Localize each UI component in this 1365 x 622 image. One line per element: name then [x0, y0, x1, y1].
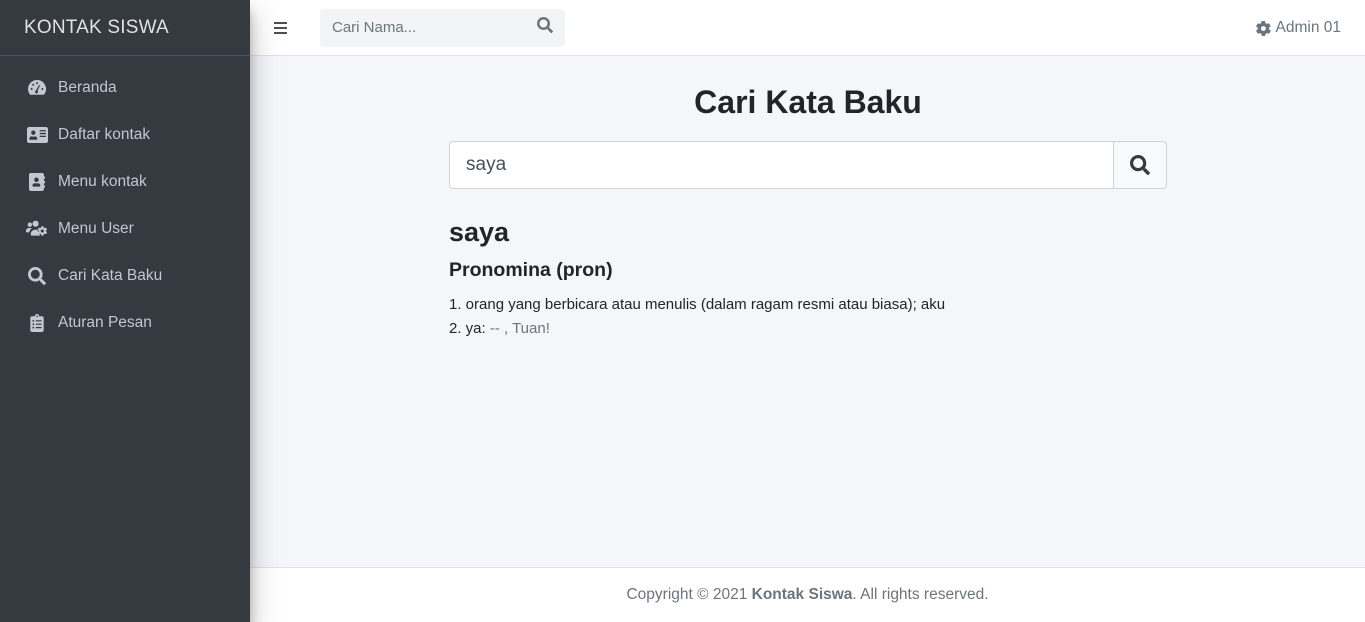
- sidebar-item-label: Menu User: [58, 219, 134, 237]
- definition-text: 2. ya:: [449, 320, 490, 337]
- sidebar-item-aturan-pesan[interactable]: Aturan Pesan: [0, 299, 250, 346]
- user-name: Admin 01: [1275, 19, 1341, 36]
- copyright-text: Copyright © 2021: [626, 586, 752, 603]
- main-content: Cari Kata Baku saya Pronomina (pron) 1. …: [250, 56, 1365, 567]
- sidebar-item-label: Aturan Pesan: [58, 313, 152, 331]
- word-search-form: [449, 141, 1167, 189]
- part-of-speech: Pronomina (pron): [449, 259, 613, 281]
- tachometer-icon: [26, 78, 48, 98]
- sidebar-item-label: Menu kontak: [58, 172, 147, 190]
- sidebar-item-menu-kontak[interactable]: Menu kontak: [0, 158, 250, 205]
- address-book-icon: [26, 172, 48, 192]
- definition-item: 1. orang yang berbicara atau menulis (da…: [449, 296, 946, 313]
- definition-example: -- , Tuan!: [489, 320, 550, 337]
- menu-toggle-icon[interactable]: [274, 21, 296, 34]
- sidebar-item-daftar-kontak[interactable]: Daftar kontak: [0, 111, 250, 158]
- sidebar-item-label: Beranda: [58, 78, 117, 96]
- navbar-search-input[interactable]: [332, 19, 522, 36]
- brand-title[interactable]: KONTAK SISWA: [0, 0, 250, 56]
- top-navbar: Admin 01: [250, 0, 1365, 56]
- word-search-input[interactable]: [449, 141, 1113, 189]
- sidebar-item-label: Daftar kontak: [58, 125, 151, 143]
- definition-list: 1. orang yang berbicara atau menulis (da…: [449, 293, 1167, 341]
- users-cog-icon: [26, 219, 48, 239]
- search-icon: [26, 266, 48, 286]
- page-title: Cari Kata Baku: [694, 84, 922, 120]
- copyright-suffix: . All rights reserved.: [852, 586, 989, 603]
- navbar-search-icon[interactable]: [537, 17, 554, 38]
- search-icon: [1130, 155, 1150, 175]
- footer: Copyright © 2021 Kontak Siswa . All righ…: [250, 567, 1365, 622]
- user-menu[interactable]: Admin 01: [1255, 0, 1341, 56]
- sidebar: KONTAK SISWA Beranda Daftar kontak Menu …: [0, 0, 250, 622]
- result-word: saya: [449, 217, 510, 247]
- sidebar-item-label: Cari Kata Baku: [58, 266, 163, 284]
- sidebar-item-beranda[interactable]: Beranda: [0, 64, 250, 111]
- word-search-button[interactable]: [1113, 141, 1167, 189]
- gear-icon: [1255, 20, 1271, 36]
- navbar-search: [320, 8, 565, 47]
- footer-brand: Kontak Siswa: [751, 586, 853, 603]
- sidebar-nav: Beranda Daftar kontak Menu kontak Menu U…: [0, 56, 250, 346]
- dictionary-panel: Cari Kata Baku saya Pronomina (pron) 1. …: [449, 56, 1167, 341]
- clipboard-list-icon: [26, 313, 48, 333]
- sidebar-item-cari-kata-baku[interactable]: Cari Kata Baku: [0, 252, 250, 299]
- sidebar-item-menu-user[interactable]: Menu User: [0, 205, 250, 252]
- address-card-icon: [26, 125, 48, 145]
- definition-item: 2. ya: -- , Tuan!: [449, 317, 1167, 341]
